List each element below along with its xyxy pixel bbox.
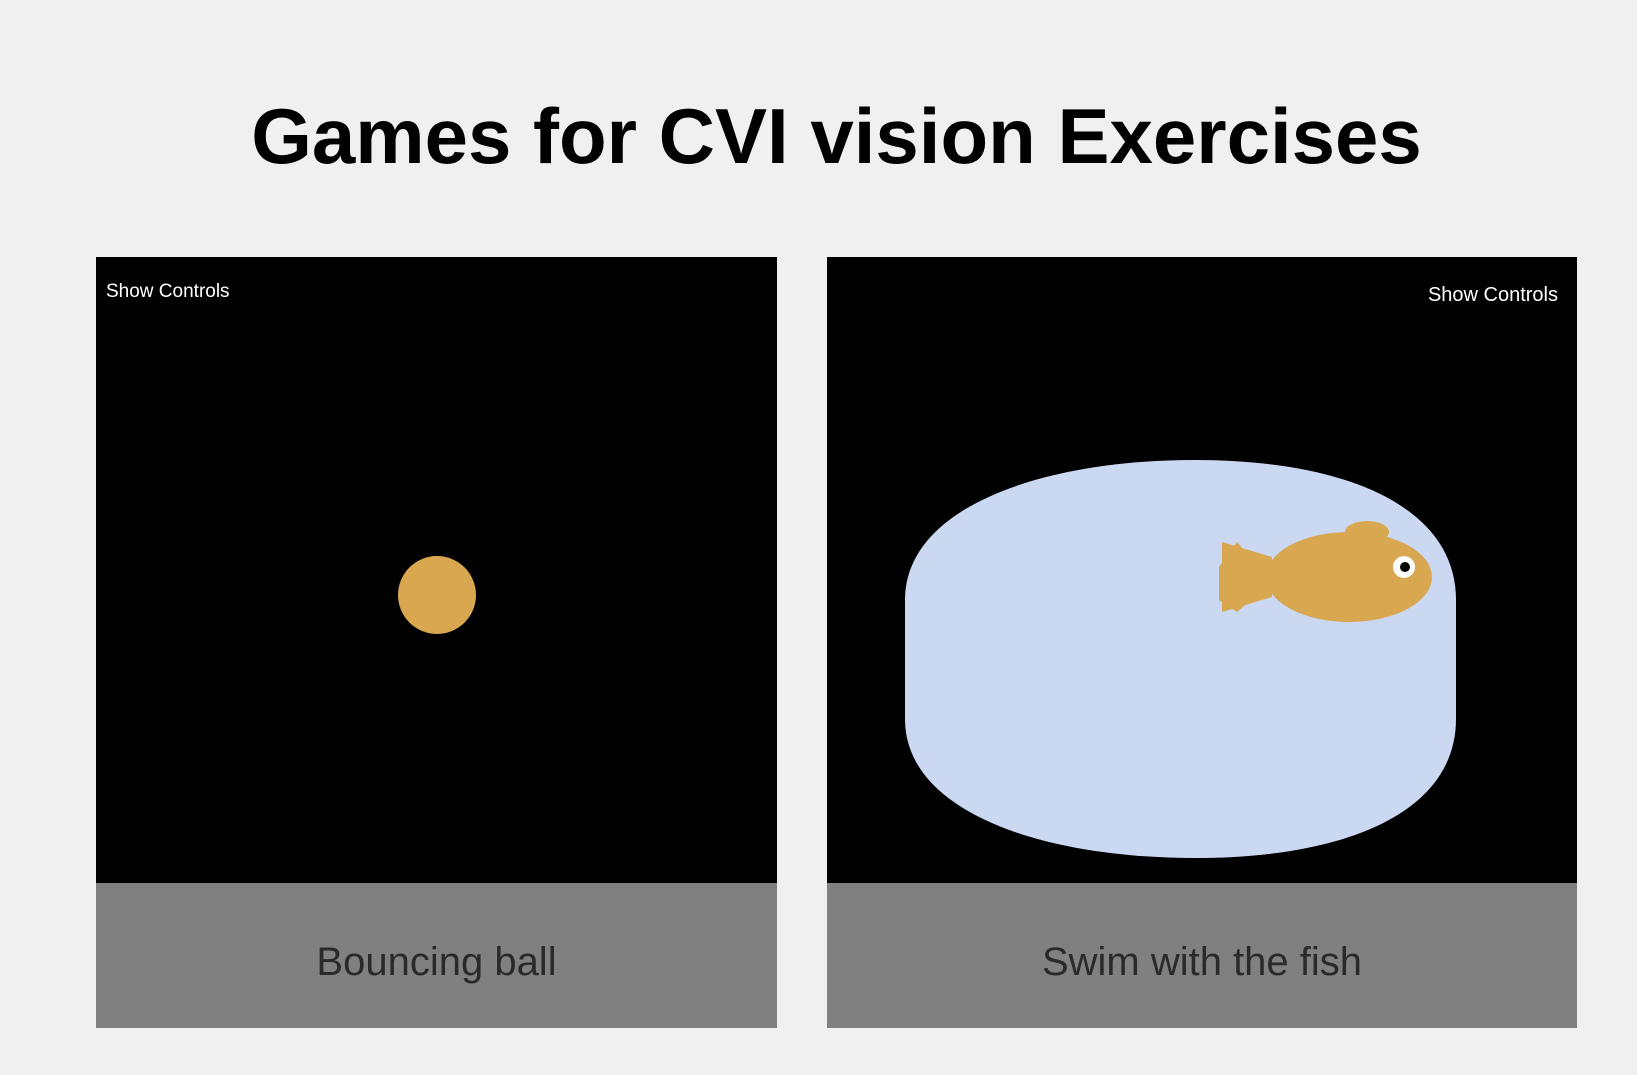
game-caption[interactable]: Swim with the fish: [827, 883, 1577, 1028]
game-title-swim-with-the-fish[interactable]: Swim with the fish: [1042, 926, 1362, 985]
game-card-bouncing-ball[interactable]: Show Controls Bouncing ball: [96, 257, 777, 1028]
water-bowl: [905, 460, 1456, 858]
game-caption[interactable]: Bouncing ball: [96, 883, 777, 1028]
game-title-bouncing-ball[interactable]: Bouncing ball: [316, 926, 556, 985]
game-card-swim-with-the-fish[interactable]: Show Controls Swim with the fish: [827, 257, 1577, 1028]
ball: [398, 556, 476, 634]
show-controls-button[interactable]: Show Controls: [106, 281, 230, 303]
page-title: Games for CVI vision Exercises: [251, 92, 1422, 180]
game-preview-swim-with-the-fish[interactable]: Show Controls: [827, 257, 1577, 883]
fish-tank-scene: [905, 460, 1456, 858]
show-controls-button[interactable]: Show Controls: [1428, 284, 1558, 307]
game-preview-bouncing-ball[interactable]: Show Controls: [96, 257, 777, 883]
fish-pupil: [1400, 562, 1410, 572]
bouncing-ball-scene: [398, 556, 476, 634]
